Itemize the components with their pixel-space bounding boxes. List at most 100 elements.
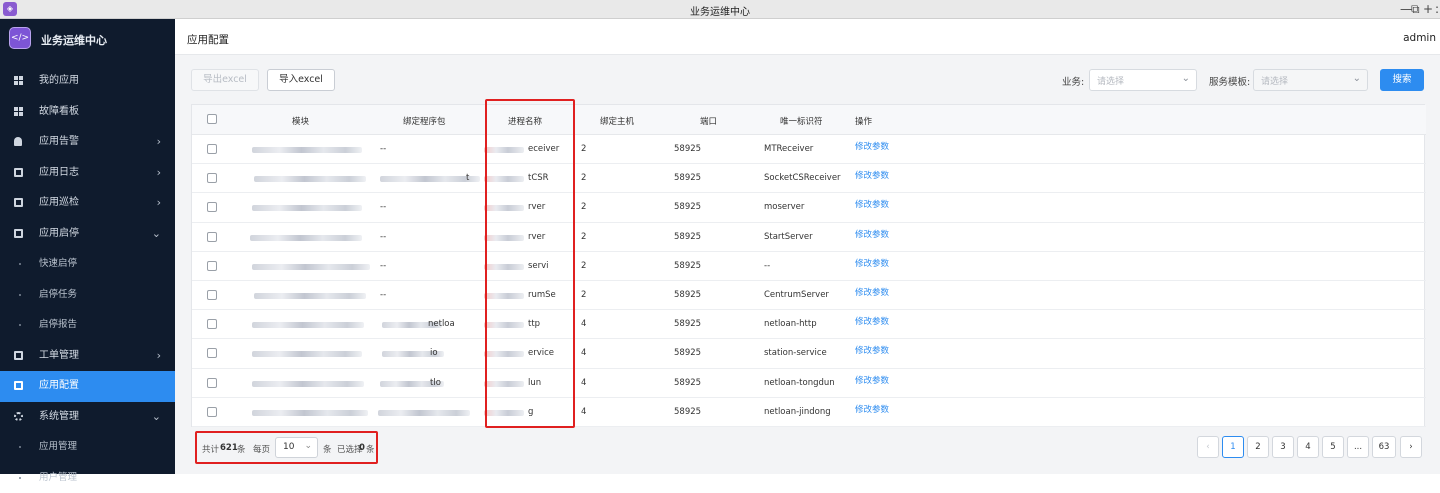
page-button-63[interactable]: 63 [1372,436,1396,458]
page-button-2[interactable]: 2 [1247,436,1269,458]
host-cell: 2 [581,232,586,242]
bullet-icon [19,477,21,479]
module-redacted [254,293,366,299]
port-cell: 58925 [674,144,701,154]
process-column-highlight [485,99,575,428]
package-cell: -- [380,232,386,242]
edit-params-link[interactable]: 修改参数 [855,169,889,181]
sidebar-item-fault-board[interactable]: 故障看板 [0,97,175,128]
chevron-right-icon: › [157,341,161,371]
sidebar-item-system-management[interactable]: 系统管理 ⌄ [0,402,175,433]
uid-cell: netloan-jindong [764,407,831,417]
row-checkbox[interactable] [207,378,217,388]
uid-cell: -- [764,261,770,271]
new-window-icon[interactable]: + [1423,1,1433,17]
edit-params-link[interactable]: 修改参数 [855,344,889,356]
page-button-5[interactable]: 5 [1322,436,1344,458]
template-select[interactable]: 请选择 ⌄ [1253,69,1368,91]
sidebar-item-label: 工单管理 [39,341,79,371]
search-button[interactable]: 搜索 [1380,69,1424,91]
sidebar-subitem-app-management[interactable]: 应用管理 [0,432,175,463]
port-cell: 58925 [674,202,701,212]
edit-params-link[interactable]: 修改参数 [855,374,889,386]
edit-params-link[interactable]: 修改参数 [855,403,889,415]
business-select[interactable]: 请选择 ⌄ [1089,69,1197,91]
host-cell: 4 [581,378,586,388]
sidebar-item-label: 启停报告 [39,310,77,340]
uid-cell: netloan-tongdun [764,378,835,388]
host-cell: 2 [581,173,586,183]
package-redacted [378,410,470,416]
module-redacted [250,235,362,241]
window-title: 业务运维中心 [0,3,1440,18]
module-redacted [254,176,366,182]
sidebar-item-ticket-management[interactable]: 工单管理 › [0,341,175,372]
sidebar-item-app-start-stop[interactable]: 应用启停 ⌄ [0,219,175,250]
row-checkbox[interactable] [207,348,217,358]
table-header: 模块 绑定程序包 进程名称 绑定主机 端口 唯一标识符 操作 [192,105,1426,135]
sidebar-subitem-user-management[interactable]: 用户管理 [0,463,175,493]
per-page-label: 每页 [253,443,270,455]
row-checkbox[interactable] [207,261,217,271]
package-cell: -- [380,144,386,154]
more-icon[interactable]: : [1435,1,1439,17]
restore-icon[interactable]: ⧉ [1411,1,1420,17]
edit-params-link[interactable]: 修改参数 [855,228,889,240]
sidebar-item-label: 应用日志 [39,158,79,188]
row-checkbox[interactable] [207,202,217,212]
sidebar-subitem-start-stop-report[interactable]: 启停报告 [0,310,175,341]
edit-params-link[interactable]: 修改参数 [855,315,889,327]
user-menu[interactable]: admin [1403,32,1436,44]
sidebar-subitem-start-stop-tasks[interactable]: 启停任务 [0,280,175,311]
main-content: 导出excel 导入excel 业务: 请选择 ⌄ 服务模板: 请选择 ⌄ 搜索… [175,55,1440,474]
pagination-bar: 共计 621 条 每页 10 ⌄ 条 已选择 0 条 ‹ 1 2 3 4 5 .… [191,433,1425,463]
next-page-button[interactable]: › [1400,436,1422,458]
sidebar-item-my-apps[interactable]: 我的应用 [0,66,175,97]
sidebar-item-app-inspection[interactable]: 应用巡检 › [0,188,175,219]
module-redacted [252,381,364,387]
prev-page-button[interactable]: ‹ [1197,436,1219,458]
sidebar-item-app-config[interactable]: 应用配置 [0,371,175,402]
grid-icon [14,76,23,85]
port-cell: 58925 [674,378,701,388]
import-excel-button[interactable]: 导入excel [267,69,335,91]
port-cell: 58925 [674,290,701,300]
table-row: --rver258925StartServer修改参数 [192,223,1426,252]
per-page-select[interactable]: 10 ⌄ [275,437,318,458]
module-redacted [252,205,362,211]
edit-params-link[interactable]: 修改参数 [855,286,889,298]
page-ellipsis[interactable]: ... [1347,436,1369,458]
page-button-3[interactable]: 3 [1272,436,1294,458]
port-cell: 58925 [674,319,701,329]
row-checkbox[interactable] [207,290,217,300]
row-checkbox[interactable] [207,173,217,183]
uid-cell: moserver [764,202,804,212]
table-row: --servi258925--修改参数 [192,252,1426,281]
row-checkbox[interactable] [207,232,217,242]
row-checkbox[interactable] [207,144,217,154]
page-button-4[interactable]: 4 [1297,436,1319,458]
port-cell: 58925 [674,261,701,271]
edit-params-link[interactable]: 修改参数 [855,198,889,210]
sidebar-item-label: 应用配置 [39,371,79,401]
selected-suffix: 条 [366,443,375,455]
column-header-uid: 唯一标识符 [780,115,823,127]
sidebar-item-label: 应用启停 [39,219,79,249]
sidebar-item-label: 故障看板 [39,97,79,127]
export-excel-button[interactable]: 导出excel [191,69,259,91]
row-checkbox[interactable] [207,407,217,417]
sidebar-item-app-alerts[interactable]: 应用告警 › [0,127,175,158]
host-cell: 2 [581,202,586,212]
table-row: ioervice458925station-service修改参数 [192,339,1426,368]
page-button-1[interactable]: 1 [1222,436,1244,458]
row-checkbox[interactable] [207,319,217,329]
module-redacted [252,410,368,416]
sidebar-item-app-logs[interactable]: 应用日志 › [0,158,175,189]
column-header-package: 绑定程序包 [403,115,446,127]
edit-params-link[interactable]: 修改参数 [855,257,889,269]
select-all-checkbox[interactable] [207,114,217,124]
table-row: --rver258925moserver修改参数 [192,193,1426,222]
sidebar-subitem-quick-start-stop[interactable]: 快速启停 [0,249,175,280]
edit-params-link[interactable]: 修改参数 [855,140,889,152]
chevron-down-icon: ⌄ [1182,73,1190,84]
